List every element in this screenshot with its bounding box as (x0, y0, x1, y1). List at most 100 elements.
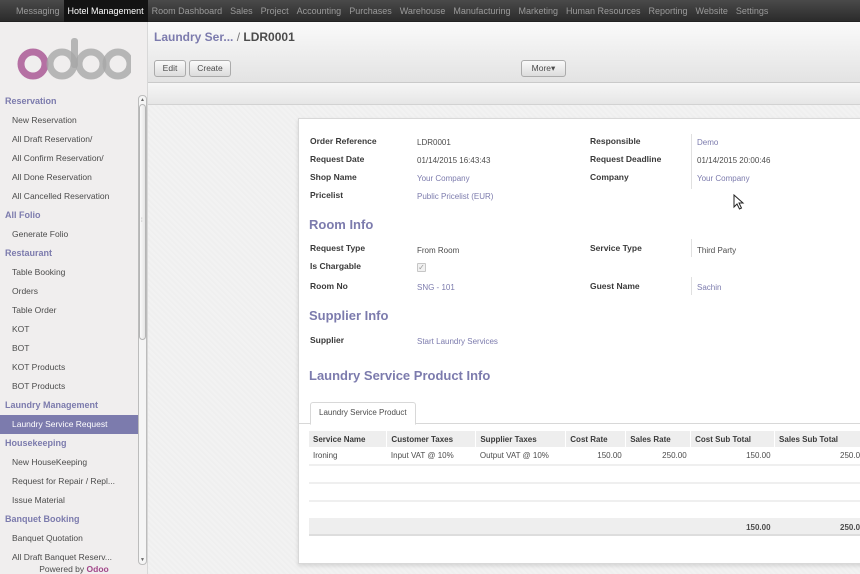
sidebar-item-kot-products[interactable]: KOT Products (0, 358, 138, 377)
request-date-label: Request Date (310, 154, 365, 164)
cell-supplier-taxes: Output VAT @ 10% (475, 447, 566, 466)
shop-name-link[interactable]: Your Company (417, 174, 470, 183)
breadcrumb-current: LDR0001 (243, 30, 295, 44)
odoo-logo[interactable] (17, 36, 131, 81)
sidebar-item-generate-folio[interactable]: Generate Folio (0, 225, 138, 244)
top-menu-settings[interactable]: Settings (732, 0, 773, 22)
sidebar-item-bot-products[interactable]: BOT Products (0, 377, 138, 396)
sidebar-section-laundry-management[interactable]: Laundry Management (0, 396, 138, 415)
empty-cell (386, 465, 476, 484)
guest-name-link[interactable]: Sachin (697, 283, 721, 292)
order-reference-value: LDR0001 (417, 138, 451, 147)
create-button[interactable]: Create (189, 60, 231, 77)
is-chargable-label: Is Chargable (310, 261, 362, 271)
top-menu-website[interactable]: Website (692, 0, 732, 22)
empty-cell (309, 501, 387, 520)
column-header-cost-sub-total[interactable]: Cost Sub Total (690, 431, 776, 447)
top-menu-manufacturing[interactable]: Manufacturing (449, 0, 514, 22)
sidebar: Reservation New Reservation All Draft Rese… (0, 22, 148, 574)
top-menu-warehouse[interactable]: Warehouse (396, 0, 450, 22)
scroll-down-icon[interactable]: ▼ (140, 557, 145, 563)
top-menu-marketing[interactable]: Marketing (514, 0, 562, 22)
caret-down-icon: ▾ (551, 63, 556, 73)
sidebar-item-new-housekeeping[interactable]: New HouseKeeping (0, 453, 138, 472)
supplier-link[interactable]: Start Laundry Services (417, 337, 498, 346)
responsible-link[interactable]: Demo (697, 138, 718, 147)
column-header-sales-rate[interactable]: Sales Rate (625, 431, 692, 447)
empty-cell (625, 483, 691, 502)
empty-cell (475, 501, 566, 520)
column-header-service-name[interactable]: Service Name (309, 431, 388, 447)
empty-cell (625, 501, 691, 520)
sidebar-item-all-done-reservation[interactable]: All Done Reservation (0, 168, 138, 187)
cost-sub-total-sum: 150.00 (690, 518, 775, 536)
empty-cell (565, 501, 626, 520)
powered-by-brand-link[interactable]: Odoo (87, 564, 109, 574)
column-header-sales-sub-total[interactable]: Sales Sub Total (774, 431, 860, 447)
sidebar-section-restaurant[interactable]: Restaurant (0, 244, 138, 263)
scroll-up-icon[interactable]: ▲ (140, 97, 145, 103)
empty-cell (565, 483, 626, 502)
is-chargable-checkbox[interactable]: ✓ (417, 263, 426, 272)
column-header-cost-rate[interactable]: Cost Rate (565, 431, 627, 447)
more-dropdown-button[interactable]: More▾ (521, 60, 566, 77)
top-menu-hotel-management[interactable]: Hotel Management (63, 0, 148, 22)
sidebar-section-housekeeping[interactable]: Housekeeping (0, 434, 138, 453)
sidebar-scrollbar[interactable]: ▲ ▼ (138, 95, 147, 565)
column-header-customer-taxes[interactable]: Customer Taxes (386, 431, 477, 447)
top-menu-messaging[interactable]: Messaging (12, 0, 64, 22)
sidebar-item-banquet-quotation[interactable]: Banquet Quotation (0, 529, 138, 548)
top-menu-purchases[interactable]: Purchases (345, 0, 396, 22)
request-type-value: From Room (417, 246, 460, 255)
breadcrumb-parent-link[interactable]: Laundry Ser... (154, 30, 233, 44)
room-no-label: Room No (310, 281, 348, 291)
top-menu-accounting[interactable]: Accounting (293, 0, 346, 22)
empty-cell (386, 501, 476, 520)
table-header-row: Service Name Customer Taxes Supplier Taxes… (309, 431, 860, 447)
mouse-cursor-icon (733, 194, 745, 210)
sidebar-item-table-booking[interactable]: Table Booking (0, 263, 138, 282)
top-menu-room-dashboard[interactable]: Room Dashboard (148, 0, 227, 22)
field-separator (691, 239, 692, 257)
sidebar-section-reservation[interactable]: Reservation (0, 92, 138, 111)
room-info-title: Room Info (309, 217, 374, 232)
totals-cell (565, 518, 626, 536)
empty-cell (690, 501, 775, 520)
product-info-title: Laundry Service Product Info (309, 368, 491, 383)
form-sheet: Order Reference LDR0001 Request Date 01/… (298, 118, 860, 564)
top-menu-sales[interactable]: Sales (226, 0, 257, 22)
sidebar-resize-grip-icon[interactable]: ⁞ (141, 218, 143, 224)
top-menu-project[interactable]: Project (257, 0, 293, 22)
powered-by-text: Powered by (39, 564, 85, 574)
empty-cell (774, 483, 860, 502)
table-row[interactable]: Ironing Input VAT @ 10% Output VAT @ 10% 15… (309, 447, 860, 466)
sidebar-item-request-for-repair-repl[interactable]: Request for Repair / Repl... (0, 472, 138, 491)
sidebar-item-issue-material[interactable]: Issue Material (0, 491, 138, 510)
service-type-label: Service Type (590, 243, 642, 253)
sidebar-item-new-reservation[interactable]: New Reservation (0, 111, 138, 130)
table-totals-row: 150.00250.00 (309, 518, 860, 536)
tab-laundry-service-product[interactable]: Laundry Service Product (310, 402, 416, 425)
sidebar-item-all-confirm-reservation[interactable]: All Confirm Reservation/ (0, 149, 138, 168)
request-deadline-value: 01/14/2015 20:00:46 (697, 156, 771, 165)
column-header-supplier-taxes[interactable]: Supplier Taxes (475, 431, 567, 447)
sidebar-section-banquet-booking[interactable]: Banquet Booking (0, 510, 138, 529)
edit-button[interactable]: Edit (154, 60, 186, 77)
sidebar-item-all-draft-reservation[interactable]: All Draft Reservation/ (0, 130, 138, 149)
room-no-link[interactable]: SNG - 101 (417, 283, 455, 292)
pricelist-link[interactable]: Public Pricelist (EUR) (417, 192, 493, 201)
guest-name-label: Guest Name (590, 281, 640, 291)
top-menu-reporting[interactable]: Reporting (645, 0, 692, 22)
sidebar-item-laundry-service-request[interactable]: Laundry Service Request (0, 415, 138, 434)
sidebar-item-kot[interactable]: KOT (0, 320, 138, 339)
sidebar-section-all-folio[interactable]: All Folio (0, 206, 138, 225)
sidebar-item-table-order[interactable]: Table Order (0, 301, 138, 320)
sidebar-item-orders[interactable]: Orders (0, 282, 138, 301)
empty-cell (774, 501, 860, 520)
sidebar-item-all-cancelled-reservation[interactable]: All Cancelled Reservation (0, 187, 138, 206)
request-date-value: 01/14/2015 16:43:43 (417, 156, 491, 165)
sidebar-item-bot[interactable]: BOT (0, 339, 138, 358)
top-menu-human-resources[interactable]: Human Resources (562, 0, 645, 22)
company-link[interactable]: Your Company (697, 174, 750, 183)
breadcrumb: Laundry Ser... / LDR0001 (154, 30, 295, 44)
